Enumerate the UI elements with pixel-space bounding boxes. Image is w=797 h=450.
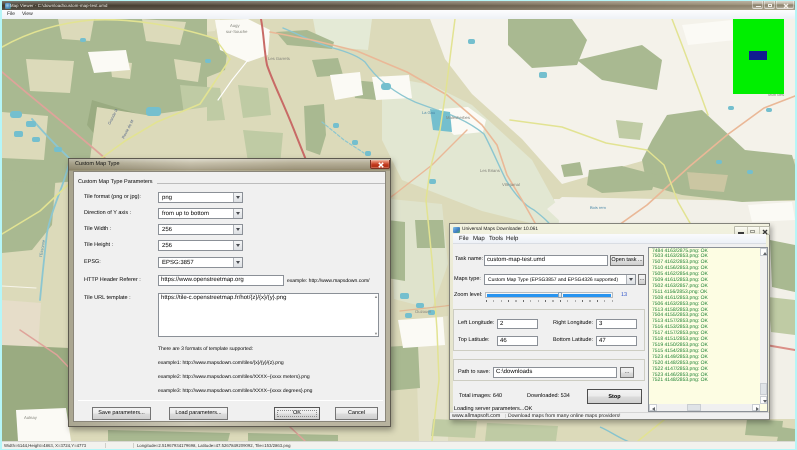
svg-text:Les Brians: Les Brians [480,168,500,173]
svg-text:Malesherbes: Malesherbes [446,115,470,120]
svg-text:Ouzouer: Ouzouer [415,309,432,314]
svg-text:Augy: Augy [230,23,240,28]
svg-text:Bois rem: Bois rem [590,205,606,210]
svg-text:sur-Souche: sur-Souche [226,29,248,34]
svg-text:La Gau: La Gau [422,110,435,115]
svg-text:Les Garrets: Les Garrets [268,56,290,61]
svg-text:Aulnay: Aulnay [24,415,38,420]
svg-text:Villejamal: Villejamal [502,182,520,187]
